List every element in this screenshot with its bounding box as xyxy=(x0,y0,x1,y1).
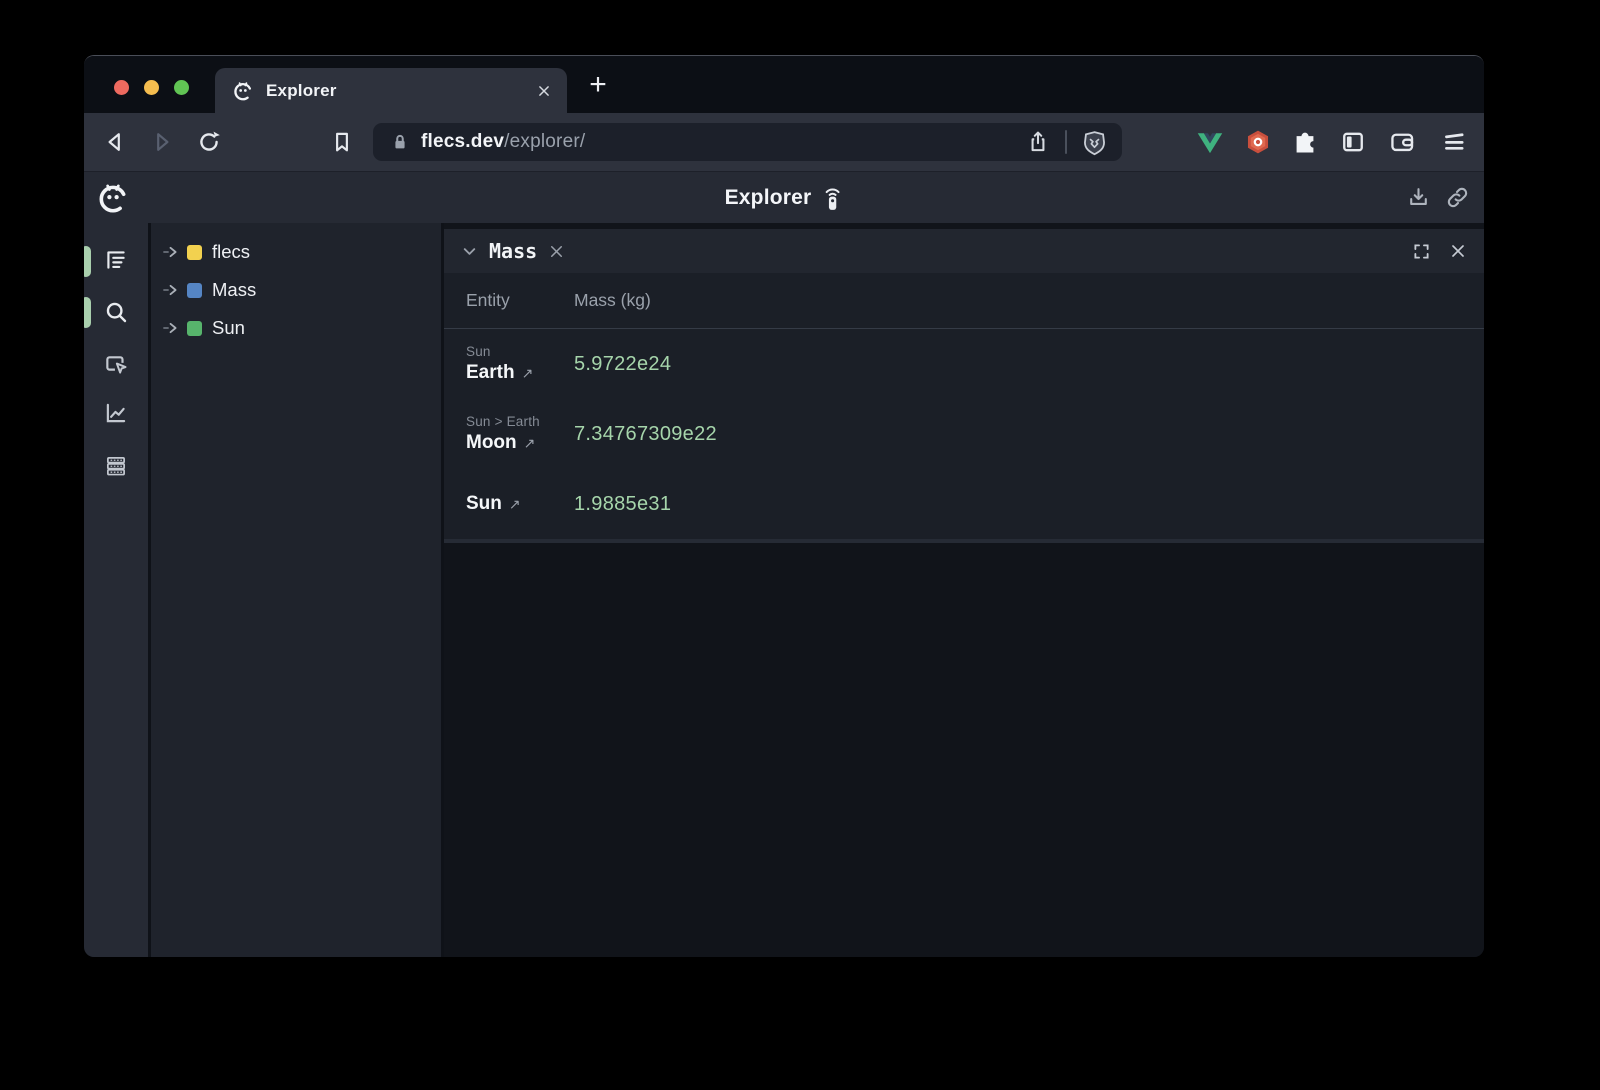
tree-item-flecs[interactable]: flecs xyxy=(151,233,441,271)
sidebar-toggle-icon[interactable] xyxy=(1339,128,1367,156)
hexagon-extension-icon[interactable] xyxy=(1244,128,1272,156)
browser-window: Explorer + xyxy=(84,55,1484,957)
entity-link-icon[interactable]: ↗ xyxy=(509,496,521,513)
panel-empty-area xyxy=(444,543,1484,957)
bookmark-icon[interactable] xyxy=(329,129,355,155)
table-row[interactable]: Sun > Earth Moon ↗ 7.34767309e22 xyxy=(444,399,1484,469)
reload-icon[interactable] xyxy=(196,129,222,155)
tab-close-icon[interactable] xyxy=(535,82,553,100)
entity-parent-path: Sun xyxy=(466,344,574,359)
share-icon[interactable] xyxy=(1025,129,1051,155)
entity-link-icon[interactable]: ↗ xyxy=(524,435,536,452)
expand-chevron-icon[interactable] xyxy=(162,281,180,299)
stats-chart-icon[interactable] xyxy=(103,400,129,426)
menu-icon[interactable] xyxy=(1440,128,1468,156)
tab-title: Explorer xyxy=(266,81,523,101)
expand-chevron-icon[interactable] xyxy=(162,319,180,337)
flecs-logo-icon xyxy=(232,80,254,102)
entity-color-swatch xyxy=(187,321,202,336)
entity-name[interactable]: Moon xyxy=(466,432,517,454)
entity-tree-icon[interactable] xyxy=(103,247,129,273)
table-row[interactable]: Sun ↗ 1.9885e31 xyxy=(444,469,1484,539)
traffic-light-zoom[interactable] xyxy=(174,80,189,95)
app-header: Explorer xyxy=(84,171,1484,223)
column-header-mass: Mass (kg) xyxy=(574,290,651,311)
fullscreen-icon[interactable] xyxy=(1411,241,1432,262)
query-panel: Mass Entity Mass (kg) xyxy=(444,223,1484,957)
chevron-down-icon[interactable] xyxy=(460,242,479,261)
browser-tab-explorer[interactable]: Explorer xyxy=(215,68,567,113)
extensions-puzzle-icon[interactable] xyxy=(1291,128,1319,156)
download-icon[interactable] xyxy=(1406,185,1431,210)
address-bar-divider xyxy=(1065,130,1067,154)
back-icon[interactable] xyxy=(102,129,128,155)
query-clear-icon[interactable] xyxy=(547,242,566,261)
url-domain: flecs.dev xyxy=(421,131,504,152)
entity-name[interactable]: Sun xyxy=(466,493,502,515)
permalink-icon[interactable] xyxy=(1445,185,1470,210)
entity-name[interactable]: Earth xyxy=(466,362,515,384)
traffic-light-close[interactable] xyxy=(114,80,129,95)
tree-item-label: Sun xyxy=(212,317,245,339)
tab-bar: Explorer + xyxy=(84,56,1484,113)
tree-item-label: Mass xyxy=(212,279,256,301)
browser-toolbar: flecs.dev/explorer/ xyxy=(84,113,1484,171)
query-results-table: Entity Mass (kg) Sun Earth ↗ 5.9722e24 xyxy=(444,273,1484,539)
tree-item-sun[interactable]: Sun xyxy=(151,309,441,347)
wallet-icon[interactable] xyxy=(1388,128,1416,156)
memory-table-icon[interactable] xyxy=(103,453,129,479)
remote-connection-icon[interactable] xyxy=(821,184,843,212)
mass-value: 1.9885e31 xyxy=(574,493,671,516)
table-header-row: Entity Mass (kg) xyxy=(444,273,1484,329)
mass-value: 7.34767309e22 xyxy=(574,423,717,446)
forward-icon[interactable] xyxy=(149,129,175,155)
table-row[interactable]: Sun Earth ↗ 5.9722e24 xyxy=(444,329,1484,399)
left-icon-rail xyxy=(84,223,148,957)
column-header-entity: Entity xyxy=(444,290,574,311)
entity-link-icon[interactable]: ↗ xyxy=(522,365,534,382)
traffic-light-minimize[interactable] xyxy=(144,80,159,95)
active-panel-pill xyxy=(84,246,91,277)
query-panel-header: Mass xyxy=(444,229,1484,273)
url-path: /explorer/ xyxy=(504,131,585,152)
search-icon[interactable] xyxy=(103,299,129,325)
inspect-icon[interactable] xyxy=(103,351,129,377)
entity-color-swatch xyxy=(187,245,202,260)
active-panel-pill xyxy=(84,297,91,328)
query-title: Mass xyxy=(489,239,537,263)
mass-value: 5.9722e24 xyxy=(574,353,671,376)
url-text: flecs.dev/explorer/ xyxy=(421,131,585,153)
vue-devtools-icon[interactable] xyxy=(1196,128,1224,156)
close-panel-icon[interactable] xyxy=(1448,241,1468,261)
entity-tree-panel: flecs Mass xyxy=(151,223,441,957)
page-title: Explorer xyxy=(725,186,812,210)
address-bar[interactable]: flecs.dev/explorer/ xyxy=(373,123,1122,161)
tree-item-label: flecs xyxy=(212,241,250,263)
entity-parent-path: Sun > Earth xyxy=(466,414,574,429)
brave-shield-icon[interactable] xyxy=(1081,129,1108,156)
tree-item-mass[interactable]: Mass xyxy=(151,271,441,309)
lock-icon xyxy=(389,131,411,153)
expand-chevron-icon[interactable] xyxy=(162,243,180,261)
flecs-logo-icon xyxy=(96,181,130,215)
entity-color-swatch xyxy=(187,283,202,298)
new-tab-button[interactable]: + xyxy=(582,69,614,101)
